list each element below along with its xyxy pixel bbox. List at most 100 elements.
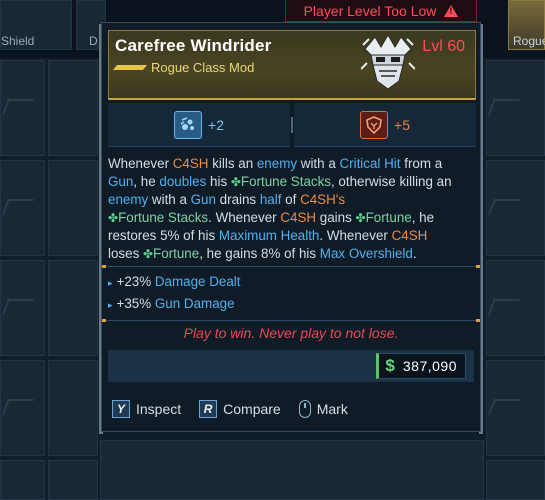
inventory-slot[interactable] — [0, 160, 45, 256]
desc-keyword: Gun — [108, 174, 134, 189]
action-bar: Y Inspect R Compare Mark — [112, 400, 366, 418]
inventory-slot[interactable] — [48, 60, 98, 156]
desc-keyword: C4SH — [280, 210, 317, 225]
bonus-line-damage-dealt: ▸ +23% Damage Dealt — [108, 274, 241, 289]
item-name: Carefree Windrider — [115, 36, 272, 55]
bonus-amount: +35% — [116, 296, 152, 311]
item-price: 387,090 — [402, 358, 457, 374]
desc-keyword: Fortune Stacks — [118, 210, 209, 225]
price-bar: $ 387,090 — [108, 350, 474, 382]
item-stats-row: +2 +5 — [108, 103, 476, 147]
desc-text: loses — [108, 246, 143, 261]
desc-text: with a — [148, 192, 191, 207]
desc-keyword: Fortune — [153, 246, 200, 261]
slot-label-rogue: Rogue — [513, 34, 545, 48]
blue-skill-icon — [174, 110, 203, 139]
desc-text: , otherwise killing an — [330, 174, 452, 189]
bonus-amount: +23% — [116, 274, 152, 289]
inventory-slot[interactable]: Shield — [0, 0, 72, 50]
desc-text: of — [281, 192, 301, 207]
desc-keyword: Gun — [190, 192, 216, 207]
player-level-warning: Player Level Too Low — [285, 0, 477, 22]
stat-cell-skill: +2 — [108, 103, 290, 147]
slot-label-shield: Shield — [1, 34, 35, 48]
desc-text: , he gains 8% of his — [199, 246, 320, 261]
desc-text: , he — [133, 174, 160, 189]
clover-icon: ✤ — [142, 247, 154, 261]
desc-keyword: C4SH — [172, 156, 209, 171]
desc-text: drains — [215, 192, 260, 207]
desc-text: . — [412, 246, 417, 261]
desc-keyword: enemy — [256, 156, 298, 171]
inventory-slot[interactable] — [486, 360, 545, 456]
inventory-slot[interactable] — [0, 260, 45, 356]
desc-keyword: Max Overshield — [319, 246, 413, 261]
mouse-icon — [298, 400, 311, 418]
inventory-slot[interactable] — [486, 460, 545, 500]
clover-icon: ✤ — [230, 175, 241, 189]
desc-keyword: C4SH — [391, 228, 428, 243]
inventory-slot[interactable] — [486, 260, 545, 356]
compare-label: Compare — [223, 401, 281, 417]
item-type-row: Rogue Class Mod — [112, 60, 255, 75]
stat-value-skill: +2 — [208, 116, 224, 133]
price-box: $ 387,090 — [376, 353, 466, 379]
clover-icon: ✤ — [355, 211, 366, 225]
warning-triangle-icon — [444, 4, 459, 17]
shield-emblem-icon — [360, 110, 389, 139]
desc-text: kills an — [208, 156, 257, 171]
inventory-slot[interactable] — [48, 160, 98, 256]
flavor-text: Play to win. Never play to not lose. — [183, 325, 399, 341]
inventory-slot[interactable] — [100, 440, 484, 500]
clover-icon: ✤ — [108, 211, 119, 225]
inventory-slot[interactable] — [486, 60, 545, 156]
item-tooltip-card: Carefree Windrider Rogue Class Mod Lvl 6… — [101, 22, 481, 432]
currency-icon: $ — [385, 356, 395, 375]
item-description: Whenever C4SH kills an enemy with a Crit… — [108, 155, 474, 263]
desc-keyword: C4SH's — [300, 192, 346, 207]
inventory-slot[interactable] — [0, 360, 45, 456]
desc-keyword: Maximum Health — [218, 228, 320, 243]
warning-text: Player Level Too Low — [303, 2, 437, 19]
inventory-slot[interactable] — [48, 460, 98, 500]
mark-label: Mark — [316, 401, 348, 417]
key-y-icon: Y — [112, 400, 130, 418]
rarity-chevrons-icon — [112, 63, 148, 73]
inspect-label: Inspect — [136, 401, 182, 417]
item-type: Rogue Class Mod — [151, 60, 255, 75]
desc-keyword: Fortune — [365, 210, 412, 225]
desc-text: . Whenever — [208, 210, 281, 225]
desc-keyword: Critical Hit — [339, 156, 401, 171]
desc-text: gains — [316, 210, 356, 225]
desc-keyword: doubles — [159, 174, 207, 189]
inventory-slot[interactable] — [0, 460, 45, 500]
desc-text: his — [206, 174, 231, 189]
section-separator — [102, 319, 480, 322]
mark-action[interactable]: Mark — [298, 400, 348, 418]
desc-keyword: Fortune Stacks — [240, 174, 331, 189]
inspect-action[interactable]: Y Inspect — [112, 400, 181, 418]
bonus-line-gun-damage: ▸ +35% Gun Damage — [108, 296, 235, 311]
desc-text: Whenever — [108, 156, 173, 171]
desc-text: from a — [400, 156, 443, 171]
bonus-label: Damage Dealt — [154, 274, 241, 289]
caret-right-icon: ▸ — [108, 278, 113, 288]
stat-value-emblem: +5 — [394, 116, 410, 133]
stat-divider — [290, 103, 294, 147]
inventory-slot[interactable] — [48, 360, 98, 456]
desc-keyword: enemy — [108, 192, 149, 207]
stat-cell-emblem: +5 — [294, 103, 476, 147]
item-level: Lvl 60 — [422, 38, 465, 55]
caret-right-icon: ▸ — [108, 300, 113, 310]
section-separator — [102, 265, 480, 268]
compare-action[interactable]: R Compare — [199, 400, 281, 418]
item-header: Carefree Windrider Rogue Class Mod Lvl 6… — [108, 30, 476, 100]
inventory-slot[interactable] — [0, 60, 45, 156]
slot-label-d: D — [89, 34, 98, 48]
inventory-slot[interactable] — [486, 160, 545, 256]
desc-text: . Whenever — [319, 228, 392, 243]
bonus-label: Gun Damage — [154, 296, 235, 311]
key-r-icon: R — [199, 400, 218, 418]
inventory-slot-rogue[interactable]: Rogue — [508, 0, 545, 50]
inventory-slot[interactable] — [48, 260, 98, 356]
